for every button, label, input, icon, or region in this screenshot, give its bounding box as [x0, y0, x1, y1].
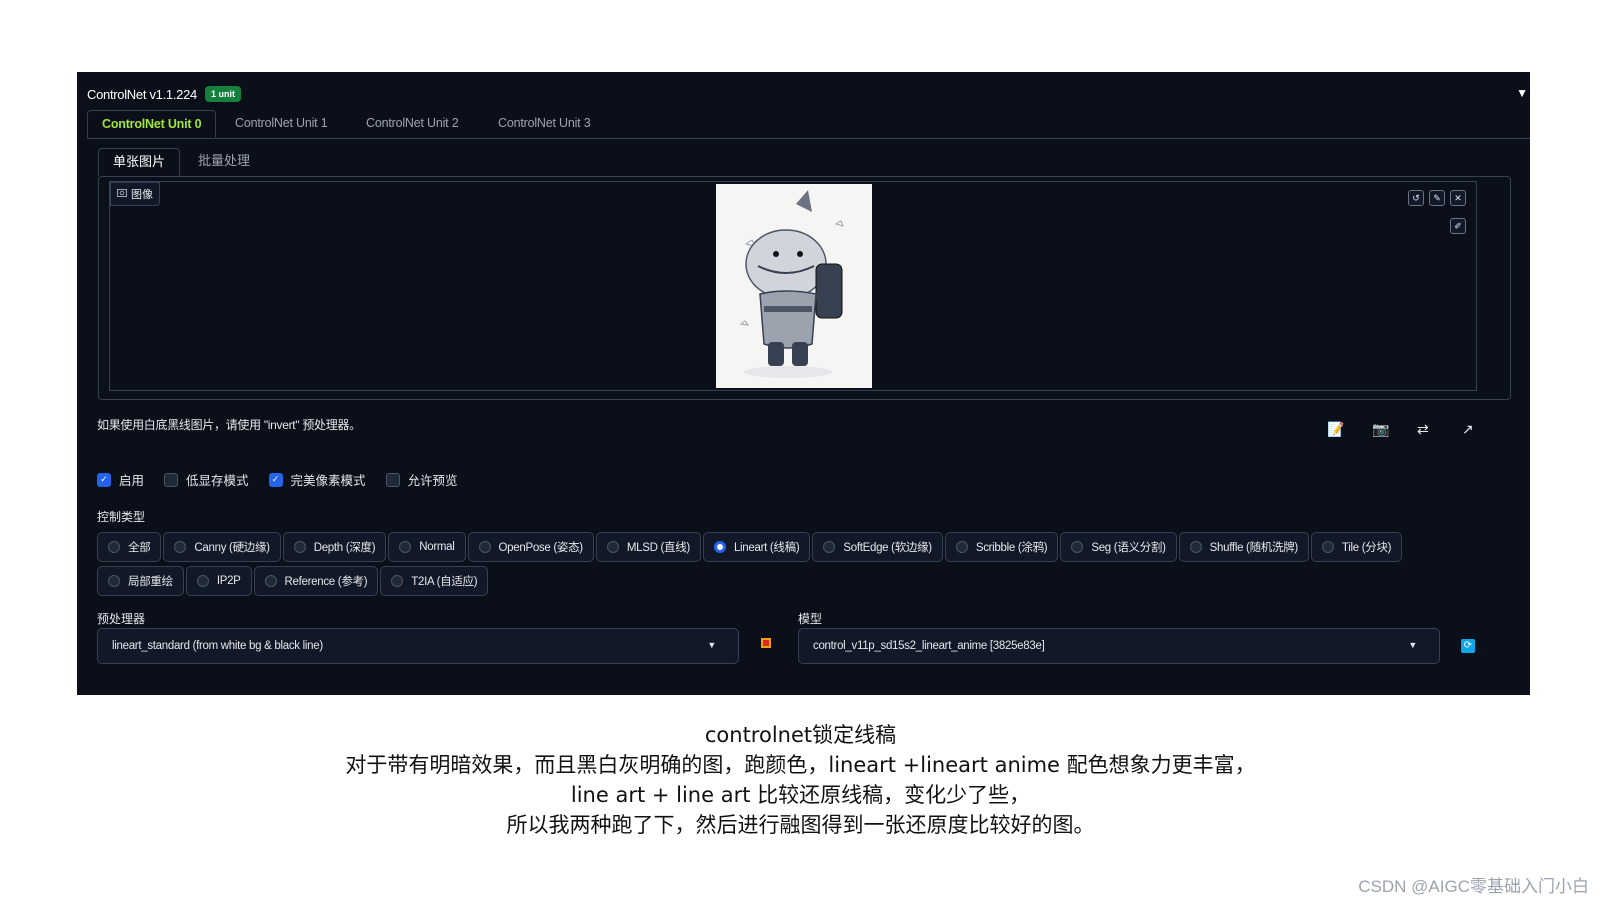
tab-unit-1[interactable]: ControlNet Unit 1	[221, 110, 341, 138]
chevron-down-icon: ▼	[707, 640, 716, 650]
radio-icon[interactable]	[108, 575, 120, 587]
tab-unit-3[interactable]: ControlNet Unit 3	[484, 110, 604, 138]
app-title: ControlNet v1.1.224	[87, 86, 197, 102]
camera-icon[interactable]: 📷	[1372, 421, 1389, 438]
radio-icon[interactable]	[1321, 541, 1334, 553]
radio-icon[interactable]	[196, 575, 209, 587]
control-type-all[interactable]: 全部	[97, 532, 162, 562]
tab-single-image[interactable]: 单张图片	[98, 148, 181, 176]
radio-icon[interactable]	[478, 541, 491, 553]
panel-header[interactable]: ControlNet v1.1.224 1 unit	[87, 84, 241, 104]
control-type-lineart[interactable]: Lineart (线稿)	[702, 532, 811, 562]
control-type-tile[interactable]: Tile (分块)	[1310, 532, 1403, 562]
caption-line-2: 对于带有明暗效果，而且黑白灰明确的图，跑颜色，lineart +lineart …	[345, 753, 1256, 777]
swap-icon[interactable]: ⇄	[1417, 421, 1429, 438]
control-type-normal[interactable]: Normal	[388, 532, 466, 562]
control-type-row-1: 全部 Canny (硬边缘) Depth (深度) Normal OpenPos…	[97, 532, 1403, 562]
control-type-softedge[interactable]: SoftEdge (软边缘)	[812, 532, 943, 562]
notepad-icon[interactable]: 📝	[1327, 421, 1344, 438]
tab-unit-0[interactable]: ControlNet Unit 0	[87, 110, 217, 138]
image-label-text: 图像	[131, 189, 153, 201]
pixel-perfect-checkbox[interactable]: ✓ 完美像素模式	[268, 470, 366, 489]
checkbox-checked-icon[interactable]: ✓	[97, 472, 111, 487]
image-canvas[interactable]: 图像 ↺ ✎ ✕ ✐	[109, 181, 1477, 391]
control-type-label: 控制类型	[97, 510, 146, 524]
control-type-depth[interactable]: Depth (深度)	[282, 532, 387, 562]
control-type-inpaint[interactable]: 局部重绘	[97, 566, 184, 596]
checkbox-icon[interactable]	[164, 472, 179, 487]
control-type-ip2p[interactable]: IP2P	[185, 566, 252, 596]
preprocessor-value: lineart_standard (from white bg & black …	[112, 640, 323, 652]
caption-line-3: line art + line art 比较还原线稿，变化少了些，	[570, 783, 1031, 807]
image-upload-area: 图像 ↺ ✎ ✕ ✐	[98, 176, 1511, 400]
brush-icon[interactable]: ✐	[1450, 218, 1466, 234]
radio-selected-icon[interactable]	[713, 541, 726, 553]
tab-batch[interactable]: 批量处理	[184, 148, 264, 176]
allow-preview-checkbox[interactable]: 允许预览	[385, 470, 458, 489]
radio-icon[interactable]	[1071, 541, 1084, 553]
caption-line-1: controlnet锁定线稿	[704, 723, 897, 747]
undo-icon[interactable]: ↺	[1408, 190, 1424, 206]
collapse-triangle-icon[interactable]: ▼	[1516, 86, 1528, 100]
unit-tabs: ControlNet Unit 0 ControlNet Unit 1 Cont…	[87, 110, 1530, 139]
control-type-seg[interactable]: Seg (语义分割)	[1060, 532, 1177, 562]
model-value: control_v11p_sd15s2_lineart_anime [3825e…	[813, 640, 1045, 652]
preprocessor-label: 预处理器	[97, 612, 146, 626]
radio-icon[interactable]	[108, 541, 120, 553]
uploaded-shark-image	[716, 184, 872, 388]
radio-icon[interactable]	[174, 541, 187, 553]
checkbox-icon[interactable]	[385, 472, 400, 487]
radio-icon[interactable]	[1189, 541, 1202, 553]
control-type-canny[interactable]: Canny (硬边缘)	[163, 532, 281, 562]
low-vram-checkbox[interactable]: 低显存模式	[164, 470, 249, 489]
tab-unit-2[interactable]: ControlNet Unit 2	[352, 110, 472, 138]
radio-icon[interactable]	[293, 541, 306, 553]
control-type-shuffle[interactable]: Shuffle (随机洗牌)	[1178, 532, 1309, 562]
control-type-scribble[interactable]: Scribble (涂鸦)	[944, 532, 1059, 562]
invert-hint: 如果使用白底黑线图片，请使用 "invert" 预处理器。	[97, 418, 361, 432]
radio-icon[interactable]	[399, 541, 412, 553]
control-type-mlsd[interactable]: MLSD (直线)	[595, 532, 701, 562]
unit-count-badge: 1 unit	[204, 86, 241, 102]
option-checkboxes: ✓ 启用 低显存模式 ✓ 完美像素模式 允许预览	[97, 470, 458, 489]
image-label: 图像	[110, 182, 160, 206]
checkbox-checked-icon[interactable]: ✓	[268, 472, 283, 487]
close-icon[interactable]: ✕	[1450, 190, 1466, 206]
radio-icon[interactable]	[823, 541, 836, 553]
enable-checkbox[interactable]: ✓ 启用	[97, 470, 144, 489]
watermark: CSDN @AIGC零基础入门小白	[1358, 877, 1589, 896]
control-type-t2ia[interactable]: T2IA (自适应)	[380, 566, 489, 596]
caption: controlnet锁定线稿 对于带有明暗效果，而且黑白灰明确的图，跑颜色，li…	[0, 720, 1601, 840]
image-icon	[117, 188, 127, 200]
radio-icon[interactable]	[391, 575, 404, 587]
send-dimensions-icon[interactable]: ↗	[1462, 421, 1474, 438]
controlnet-panel: ControlNet v1.1.224 1 unit ▼ ControlNet …	[77, 72, 1530, 695]
model-select[interactable]: control_v11p_sd15s2_lineart_anime [3825e…	[798, 628, 1440, 664]
control-type-row-2: 局部重绘 IP2P Reference (参考) T2IA (自适应)	[97, 566, 489, 596]
caption-line-4: 所以我两种跑了下，然后进行融图得到一张还原度比较好的图。	[506, 813, 1095, 837]
radio-icon[interactable]	[264, 575, 277, 587]
radio-icon[interactable]	[955, 541, 968, 553]
preprocessor-select[interactable]: lineart_standard (from white bg & black …	[97, 628, 739, 664]
control-type-reference[interactable]: Reference (参考)	[253, 566, 379, 596]
radio-icon[interactable]	[606, 541, 619, 553]
run-preprocessor-icon[interactable]	[761, 638, 771, 648]
model-label: 模型	[798, 612, 823, 626]
refresh-models-icon[interactable]: ⟳	[1461, 639, 1475, 653]
chevron-down-icon: ▼	[1408, 640, 1417, 650]
edit-icon[interactable]: ✎	[1429, 190, 1445, 206]
control-type-openpose[interactable]: OpenPose (姿态)	[467, 532, 594, 562]
